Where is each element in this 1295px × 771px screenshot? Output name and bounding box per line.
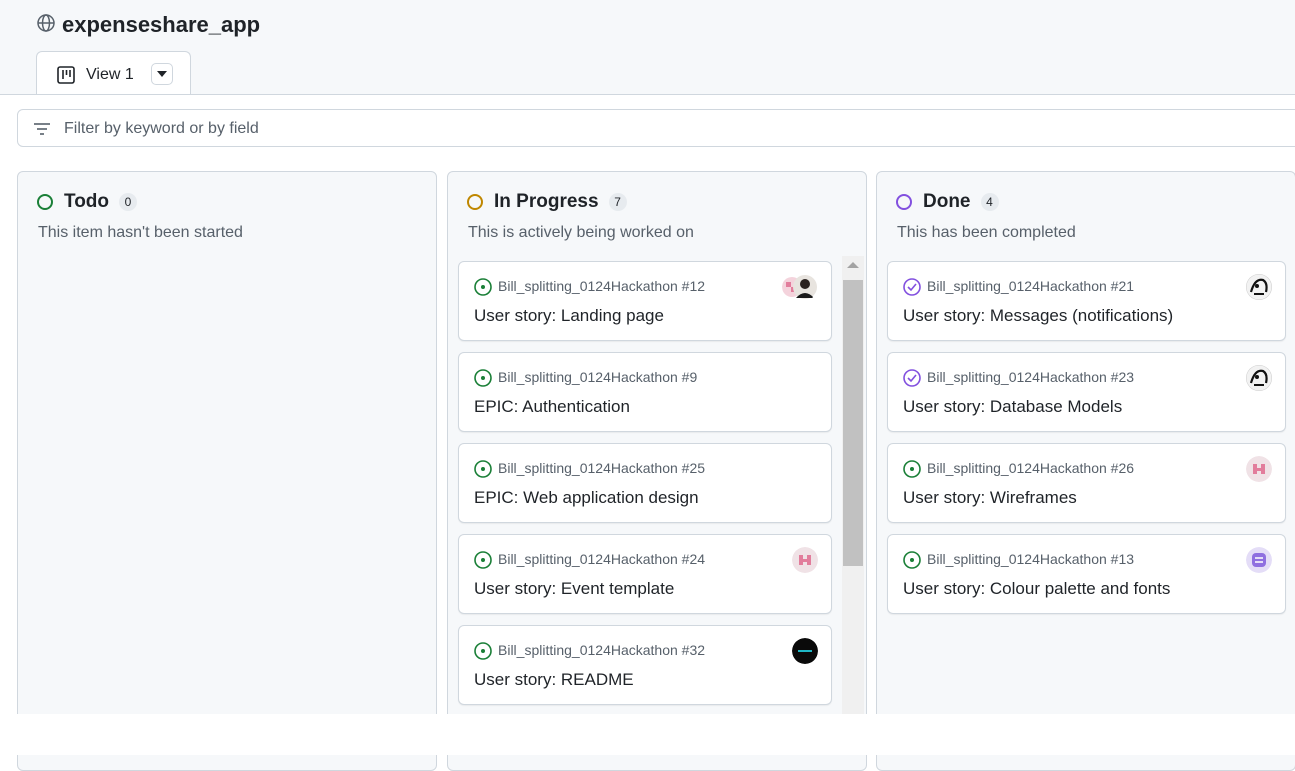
issue-card[interactable]: Bill_splitting_0124Hackathon #32 User st… — [458, 625, 832, 705]
filter-icon — [34, 123, 50, 135]
globe-icon — [36, 13, 56, 38]
view-options-button[interactable] — [151, 63, 173, 85]
column-description: This is actively being worked on — [468, 224, 694, 241]
issue-reference[interactable]: Bill_splitting_0124Hackathon #9 — [498, 369, 697, 385]
issue-open-icon — [474, 278, 492, 296]
issue-title[interactable]: User story: Event template — [474, 579, 674, 599]
issue-card[interactable]: Bill_splitting_0124Hackathon #12 User st… — [458, 261, 832, 341]
column-in-progress: In Progress 7 This is actively being wor… — [447, 171, 867, 771]
assignee-avatar[interactable] — [1246, 547, 1272, 573]
filter-input[interactable] — [62, 117, 666, 141]
page-bottom — [0, 714, 1295, 755]
tab-label: View 1 — [86, 66, 134, 83]
issue-reference[interactable]: Bill_splitting_0124Hackathon #13 — [927, 551, 1134, 567]
column-count: 4 — [980, 193, 999, 211]
tab-view-1[interactable]: View 1 — [36, 51, 191, 94]
column-count: 0 — [119, 193, 138, 211]
column-done: Done 4 This has been completed Bill_spli… — [876, 171, 1295, 771]
page-title: expenseshare_app — [62, 12, 261, 37]
issue-card[interactable]: Bill_splitting_0124Hackathon #13 User st… — [887, 534, 1286, 614]
in-progress-status-icon — [467, 194, 483, 210]
assignee-avatar[interactable] — [792, 638, 818, 664]
column-header: Done 4 — [896, 191, 999, 213]
issue-reference[interactable]: Bill_splitting_0124Hackathon #26 — [927, 460, 1134, 476]
card-list-scrollbar[interactable] — [842, 256, 864, 716]
done-status-icon — [896, 194, 912, 210]
assignee-avatar[interactable] — [792, 547, 818, 573]
issue-card[interactable]: Bill_splitting_0124Hackathon #23 User st… — [887, 352, 1286, 432]
issue-reference[interactable]: Bill_splitting_0124Hackathon #21 — [927, 278, 1134, 294]
issue-title[interactable]: User story: Landing page — [474, 306, 664, 326]
issue-reference[interactable]: Bill_splitting_0124Hackathon #12 — [498, 278, 705, 294]
assignee-avatar[interactable] — [1246, 365, 1272, 391]
scroll-up-arrow-icon[interactable] — [847, 262, 859, 268]
issue-title[interactable]: User story: Wireframes — [903, 488, 1077, 508]
column-title: In Progress — [494, 191, 599, 212]
issue-reference[interactable]: Bill_splitting_0124Hackathon #23 — [927, 369, 1134, 385]
column-description: This has been completed — [897, 224, 1076, 241]
issue-open-icon — [474, 369, 492, 387]
title-row: expenseshare_app — [36, 12, 260, 38]
issue-closed-icon — [903, 369, 921, 387]
issue-title[interactable]: User story: Colour palette and fonts — [903, 579, 1170, 599]
assignee-avatars[interactable] — [782, 274, 818, 300]
issue-reference[interactable]: Bill_splitting_0124Hackathon #25 — [498, 460, 705, 476]
assignee-avatar[interactable] — [1246, 456, 1272, 482]
issue-card[interactable]: Bill_splitting_0124Hackathon #24 User st… — [458, 534, 832, 614]
scroll-thumb[interactable] — [843, 280, 863, 566]
issue-open-icon — [474, 460, 492, 478]
issue-card[interactable]: Bill_splitting_0124Hackathon #21 User st… — [887, 261, 1286, 341]
issue-closed-icon — [903, 278, 921, 296]
issue-title[interactable]: User story: Messages (notifications) — [903, 306, 1173, 326]
project-board-icon — [57, 66, 75, 84]
assignee-avatar[interactable] — [1246, 274, 1272, 300]
triangle-down-icon — [157, 71, 167, 77]
column-header: In Progress 7 — [467, 191, 627, 213]
column-description: This item hasn't been started — [38, 224, 243, 241]
column-count: 7 — [608, 193, 627, 211]
column-title: Done — [923, 191, 971, 212]
issue-reference[interactable]: Bill_splitting_0124Hackathon #24 — [498, 551, 705, 567]
filter-bar[interactable] — [17, 109, 1295, 147]
issue-open-icon — [903, 460, 921, 478]
issue-open-icon — [474, 551, 492, 569]
issue-card[interactable]: Bill_splitting_0124Hackathon #9 EPIC: Au… — [458, 352, 832, 432]
column-title: Todo — [64, 191, 110, 212]
issue-open-icon — [903, 551, 921, 569]
column-todo: Todo 0 This item hasn't been started — [17, 171, 437, 771]
issue-title[interactable]: EPIC: Authentication — [474, 397, 630, 417]
issue-title[interactable]: User story: README — [474, 670, 634, 690]
issue-reference[interactable]: Bill_splitting_0124Hackathon #32 — [498, 642, 705, 658]
issue-card[interactable]: Bill_splitting_0124Hackathon #26 User st… — [887, 443, 1286, 523]
issue-title[interactable]: EPIC: Web application design — [474, 488, 699, 508]
project-header: expenseshare_app View 1 — [0, 0, 1295, 95]
issue-card[interactable]: Bill_splitting_0124Hackathon #25 EPIC: W… — [458, 443, 832, 523]
column-header: Todo 0 — [37, 191, 138, 213]
issue-title[interactable]: User story: Database Models — [903, 397, 1122, 417]
issue-open-icon — [474, 642, 492, 660]
todo-status-icon — [37, 194, 53, 210]
